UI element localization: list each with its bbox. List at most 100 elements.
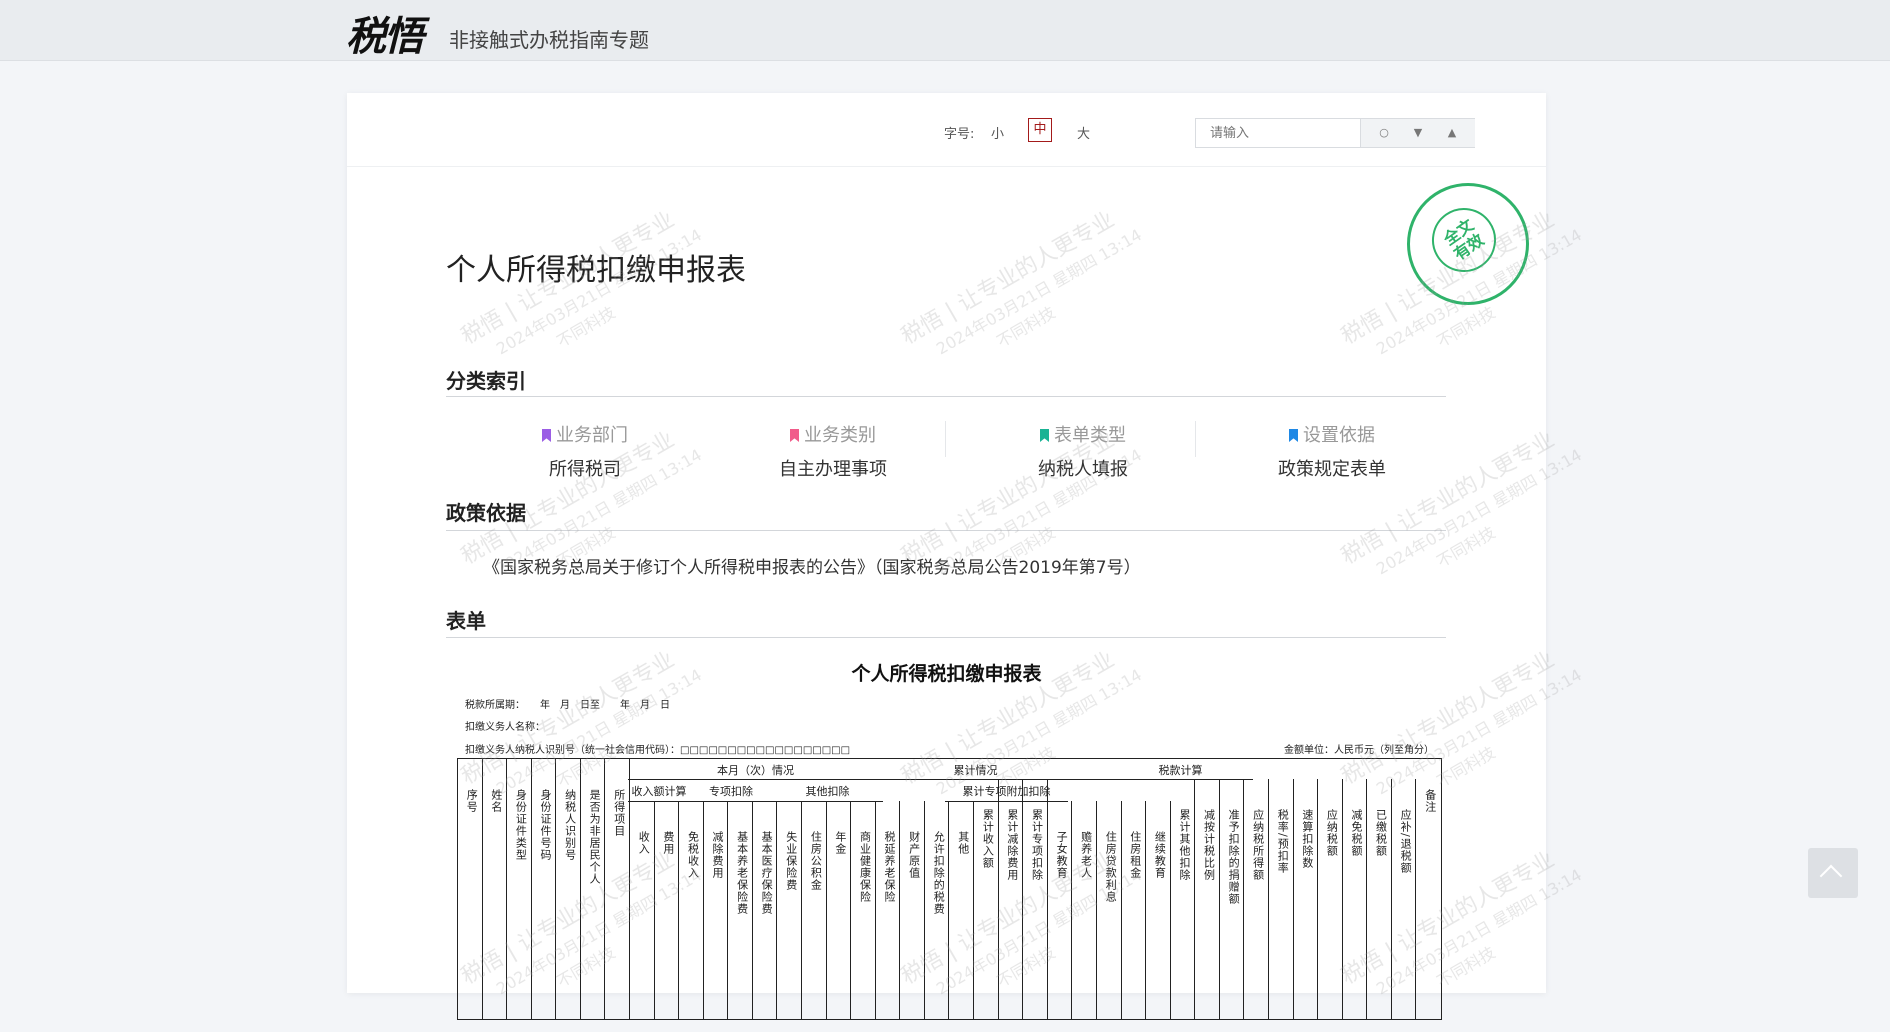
table-column-11: 基本养老保险费 (728, 801, 753, 1019)
column-header: 住房租金 (1128, 831, 1142, 879)
column-header: 住房公积金 (809, 831, 823, 891)
group-header-tax-calc: 税款计算 (1158, 764, 1203, 777)
column-header: 住房贷款利息 (1104, 831, 1118, 903)
table-column-5: 是否为非居民个人 (581, 759, 606, 1019)
bookmark-icon (790, 429, 799, 442)
table-column-12: 基本医疗保险费 (753, 801, 778, 1019)
table-column-10: 减除费用 (704, 801, 729, 1019)
search-input[interactable] (1196, 119, 1365, 147)
section-title-form: 表单 (446, 609, 486, 633)
bookmark-icon (1289, 429, 1298, 442)
table-column-8: 费用 (655, 801, 680, 1019)
valid-stamp: 全文 有效 (1407, 183, 1529, 305)
column-header: 累计减除费用 (1005, 809, 1019, 881)
category-type: 业务类别 自主办理事项 (779, 425, 887, 480)
column-header: 速算扣除数 (1300, 809, 1314, 869)
column-header: 子女教育 (1055, 831, 1069, 879)
table-column-30: 减按计税比例 (1195, 779, 1220, 1019)
table-column-26: 住房贷款利息 (1097, 801, 1122, 1019)
table-column-20: 其他 (950, 801, 975, 1019)
column-header: 减免税额 (1349, 809, 1363, 857)
search-prev-icon[interactable]: ▲ (1437, 119, 1467, 147)
column-header: 免税收入 (686, 831, 700, 879)
section-divider (446, 396, 1446, 397)
back-to-top-button[interactable] (1808, 848, 1858, 898)
column-header: 允许扣除的税费 (932, 831, 946, 915)
form-unit: 金额单位：人民币元（列至角分） (1284, 745, 1434, 756)
search-next-icon[interactable]: ▼ (1403, 119, 1433, 147)
group-header-special: 专项扣除 (709, 785, 753, 798)
category-divider (1195, 421, 1196, 457)
table-column-29: 累计其他扣除 (1171, 779, 1196, 1019)
reader-toolbar: 字号: 小 中 大 ○ ▼ ▲ (347, 93, 1546, 167)
column-header: 累计其他扣除 (1177, 809, 1191, 881)
search-box: ○ ▼ ▲ (1195, 118, 1475, 148)
font-size-large-button[interactable]: 大 (1077, 123, 1090, 142)
column-header: 已缴税额 (1374, 809, 1388, 857)
site-subtitle: 非接触式办税指南专题 (449, 28, 649, 52)
watermark: 税悟 | 让专业的人更专业 2024年03月21日 星期四 13:14 不同科技 (897, 207, 1145, 359)
page-title: 个人所得税扣缴申报表 (446, 253, 746, 288)
table-column-35: 应纳税额 (1318, 779, 1343, 1019)
site-logo[interactable]: 税悟 (346, 4, 424, 62)
table-column-17: 税延养老保险 (876, 801, 901, 1019)
policy-link[interactable]: 《国家税务总局关于修订个人所得税申报表的公告》（国家税务总局公告2019年第7号… (483, 553, 1141, 578)
column-header: 准予扣除的捐赠额 (1227, 809, 1241, 905)
column-header: 减按计税比例 (1202, 809, 1216, 881)
table-column-34: 速算扣除数 (1294, 779, 1319, 1019)
table-column-23: 累计专项扣除 (1023, 779, 1048, 1019)
column-header: 继续教育 (1153, 831, 1167, 879)
column-header: 费用 (661, 831, 675, 855)
table-column-28: 继续教育 (1146, 801, 1171, 1019)
column-header: 失业保险费 (784, 831, 798, 891)
column-header: 税延养老保险 (883, 831, 897, 903)
column-header: 是否为非居民个人 (588, 789, 602, 885)
category-basis: 设置依据 政策规定表单 (1278, 425, 1386, 480)
form-table: 本月（次）情况 累计情况 税款计算 收入额计算 专项扣除 其他扣除 累计专项附加… (457, 758, 1442, 1020)
table-column-27: 住房租金 (1122, 801, 1147, 1019)
table-column-37: 已缴税额 (1367, 779, 1392, 1019)
table-column-15: 年金 (827, 801, 852, 1019)
group-header-other: 其他扣除 (805, 785, 850, 798)
bookmark-icon (542, 429, 551, 442)
form-title: 个人所得税扣缴申报表 (851, 663, 1042, 685)
column-header: 其他 (956, 831, 970, 855)
column-header: 应纳税额 (1325, 809, 1339, 857)
table-column-19: 允许扣除的税费 (925, 801, 950, 1019)
stamp-text: 全文 有效 (1419, 195, 1509, 285)
column-header: 纳税人识别号 (563, 789, 577, 861)
category-form-type: 表单类型 纳税人填报 (1038, 425, 1128, 480)
font-size-medium-button[interactable]: 中 (1028, 118, 1052, 142)
table-column-33: 税率/预扣率 (1269, 779, 1294, 1019)
form-agent-name: 扣缴义务人名称： (465, 722, 545, 733)
content-card: 字号: 小 中 大 ○ ▼ ▲ 全文 有效 个人所得税扣缴申报表 分类索引 业务… (347, 93, 1585, 1020)
table-column-18: 财产原值 (900, 801, 925, 1019)
column-header: 商业健康保险 (858, 831, 872, 903)
table-column-21: 累计收入额 (974, 779, 999, 1019)
table-column-13: 失业保险费 (777, 801, 803, 1019)
table-column-39: 备注 (1416, 759, 1441, 1019)
column-header: 年金 (833, 831, 847, 855)
column-header: 收入 (637, 831, 651, 855)
table-column-2: 身份证件类型 (507, 759, 532, 1019)
column-header: 基本医疗保险费 (760, 831, 774, 915)
category-department: 业务部门 所得税司 (495, 421, 675, 481)
column-header: 税率/预扣率 (1276, 809, 1290, 874)
section-divider (446, 637, 1446, 638)
table-column-1: 姓名 (483, 759, 508, 1019)
column-header: 所得项目 (612, 789, 626, 837)
search-buttons: ○ ▼ ▲ (1360, 119, 1475, 147)
table-column-31: 准予扣除的捐赠额 (1220, 779, 1245, 1019)
column-header: 累计收入额 (981, 809, 995, 869)
table-column-4: 纳税人识别号 (556, 759, 581, 1019)
column-header: 财产原值 (907, 831, 921, 879)
column-header: 姓名 (489, 789, 503, 813)
search-icon[interactable]: ○ (1369, 119, 1399, 147)
column-header: 减除费用 (711, 831, 725, 879)
column-header: 赡养老人 (1079, 831, 1093, 879)
table-column-3: 身份证件号码 (532, 759, 557, 1019)
column-header: 身份证件类型 (514, 789, 528, 861)
font-size-small-button[interactable]: 小 (991, 123, 1004, 142)
form-period: 税款所属期： 年 月 日至 年 月 日 (465, 700, 670, 711)
table-column-24: 子女教育 (1048, 801, 1073, 1019)
